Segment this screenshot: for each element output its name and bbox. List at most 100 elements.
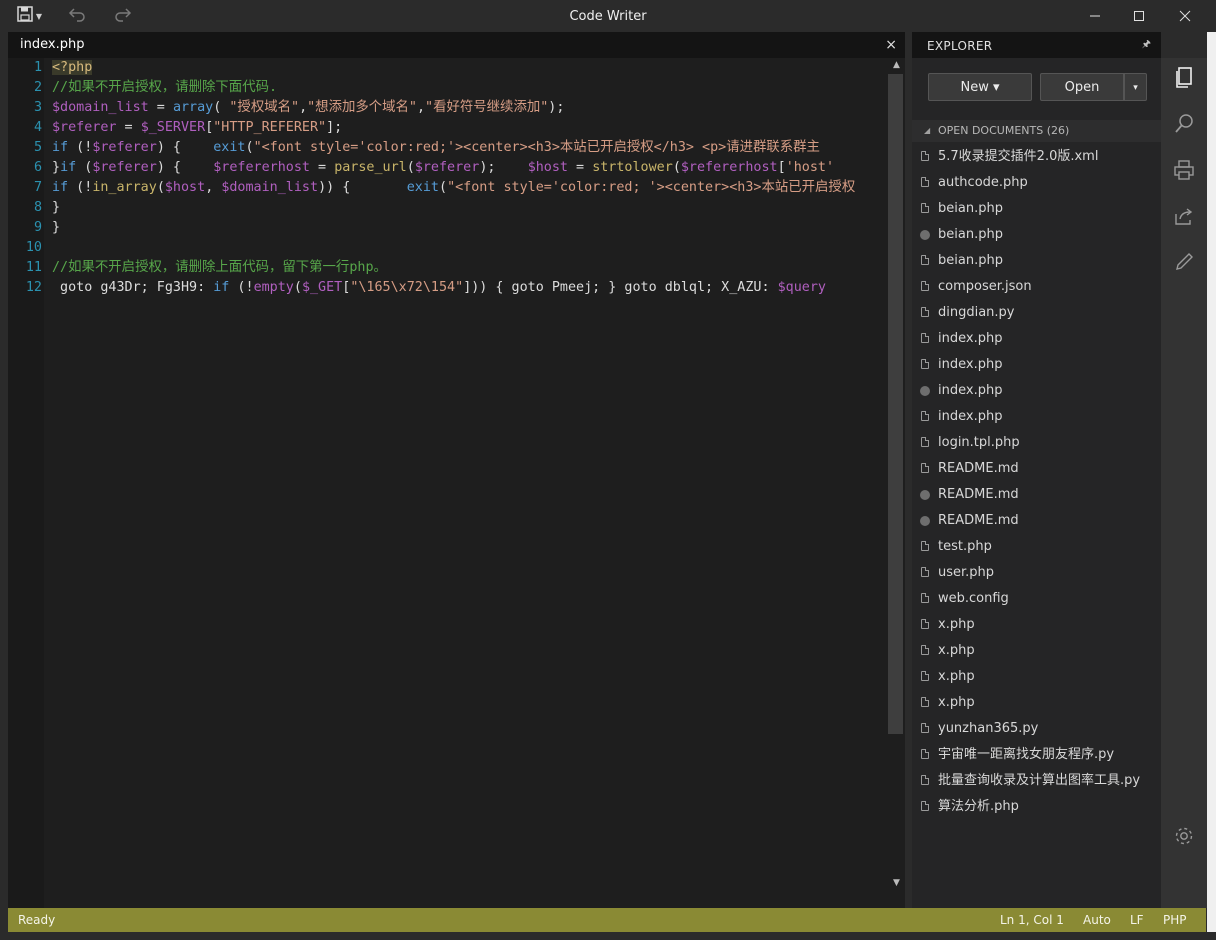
code-line[interactable]: $referer = $_SERVER["HTTP_REFERER"]; [52, 118, 342, 138]
file-icon [921, 775, 929, 785]
close-window-button[interactable] [1168, 0, 1202, 32]
code-token: } [52, 220, 61, 235]
code-token: if [60, 160, 77, 175]
print-activity-button[interactable] [1161, 152, 1207, 192]
file-name: README.md [938, 487, 1019, 502]
status-language[interactable]: PHP [1163, 908, 1187, 932]
status-encoding[interactable]: Auto [1083, 908, 1111, 932]
minimize-button[interactable] [1078, 0, 1112, 32]
line-number: 5 [33, 140, 42, 155]
code-line[interactable]: } [52, 218, 60, 238]
open-document-item[interactable]: x.php [912, 664, 1161, 690]
explorer-header: EXPLORER 🖈 [912, 32, 1161, 58]
code-line[interactable]: goto g43Dr; Fg3H9: if (!empty($_GET["\16… [52, 278, 826, 298]
tab-index-php[interactable]: index.php [20, 32, 84, 58]
open-document-item[interactable]: index.php [912, 326, 1161, 352]
open-documents-label: OPEN DOCUMENTS (26) [938, 124, 1070, 137]
open-document-item[interactable]: index.php [912, 378, 1161, 404]
file-icon [921, 255, 929, 265]
open-document-item[interactable]: user.php [912, 560, 1161, 586]
status-bar: Ready Ln 1, Col 1 Auto LF PHP [8, 908, 1206, 932]
code-token: "授权域名" [229, 100, 300, 115]
open-document-item[interactable]: x.php [912, 612, 1161, 638]
code-line[interactable]: if (!in_array($host, $domain_list)) { ex… [52, 178, 855, 198]
search-icon [1173, 113, 1195, 139]
file-name: x.php [938, 617, 975, 632]
code-token: goto g43Dr; Fg3H9: [52, 280, 214, 295]
code-line[interactable]: $domain_list = array( "授权域名","想添加多个域名","… [52, 98, 564, 118]
file-name: yunzhan365.py [938, 721, 1039, 736]
code-editor[interactable]: index.php × 1 2 3 4 5 6 7 8 9 10 11 12 <?php//如果不开启… [8, 32, 905, 908]
open-document-item[interactable]: 批量查询收录及计算出图率工具.py [912, 768, 1161, 794]
open-document-item[interactable]: login.tpl.php [912, 430, 1161, 456]
open-documents-header[interactable]: ◢ OPEN DOCUMENTS (26) [912, 120, 1161, 142]
search-activity-button[interactable] [1161, 106, 1207, 146]
code-line[interactable]: if (!$referer) { exit("<font style='colo… [52, 138, 820, 158]
open-document-item[interactable]: 宇宙唯一距离找女朋友程序.py [912, 742, 1161, 768]
open-document-item[interactable]: beian.php [912, 222, 1161, 248]
open-document-item[interactable]: 5.7收录提交插件2.0版.xml [912, 144, 1161, 170]
code-line[interactable]: //如果不开启授权，请删除下面代码. [52, 78, 277, 98]
open-document-item[interactable]: test.php [912, 534, 1161, 560]
code-line[interactable]: //如果不开启授权，请删除上面代码，留下第一行php。 [52, 258, 387, 278]
code-token: ( [213, 100, 230, 115]
code-token: ( [245, 140, 254, 155]
code-token: //如果不开启授权，请删除下面代码. [52, 80, 278, 95]
code-line[interactable]: }if ($referer) { $refererhost = parse_ur… [52, 158, 834, 178]
open-dropdown-button[interactable]: ▾ [1124, 73, 1147, 101]
scroll-up-icon[interactable]: ▲ [888, 58, 905, 72]
open-document-item[interactable]: index.php [912, 352, 1161, 378]
open-document-item[interactable]: web.config [912, 586, 1161, 612]
code-token: in_array [92, 180, 157, 195]
open-document-item[interactable]: 算法分析.php [912, 794, 1161, 820]
code-token: array [172, 100, 214, 115]
open-document-item[interactable]: beian.php [912, 196, 1161, 222]
scrollbar-thumb[interactable] [888, 74, 903, 734]
code-token: 'host' [785, 160, 835, 175]
file-icon [921, 541, 929, 551]
file-name: x.php [938, 695, 975, 710]
open-document-item[interactable]: yunzhan365.py [912, 716, 1161, 742]
open-document-item[interactable]: dingdian.py [912, 300, 1161, 326]
explorer-panel: EXPLORER 🖈 New ▾ Open ▾ ◢ OPEN DOCUMENTS… [912, 32, 1161, 908]
open-document-item[interactable]: x.php [912, 638, 1161, 664]
file-name: beian.php [938, 201, 1003, 216]
vertical-scrollbar[interactable]: ▲ ▼ [888, 58, 905, 908]
open-document-item[interactable]: composer.json [912, 274, 1161, 300]
file-name: beian.php [938, 227, 1003, 242]
file-icon [921, 307, 929, 317]
file-icon [921, 671, 929, 681]
code-token: ( [293, 280, 302, 295]
settings-button[interactable] [1161, 818, 1207, 858]
share-activity-button[interactable] [1161, 198, 1207, 238]
maximize-button[interactable] [1122, 0, 1156, 32]
modified-dot-icon [920, 230, 930, 240]
code-token: , [416, 100, 426, 115]
share-icon [1173, 205, 1195, 231]
edit-activity-button[interactable] [1161, 244, 1207, 284]
tab-close-icon[interactable]: × [885, 32, 897, 58]
code-token: strtolower [592, 160, 673, 175]
open-document-item[interactable]: authcode.php [912, 170, 1161, 196]
file-icon [921, 411, 929, 421]
code-line[interactable]: } [52, 198, 60, 218]
scroll-down-icon[interactable]: ▼ [888, 876, 905, 890]
open-document-item[interactable]: README.md [912, 456, 1161, 482]
status-cursor-position[interactable]: Ln 1, Col 1 [1000, 908, 1064, 932]
pin-icon[interactable]: 🖈 [1142, 32, 1151, 58]
file-icon [921, 333, 929, 343]
window-title: Code Writer [569, 9, 647, 24]
open-document-item[interactable]: README.md [912, 482, 1161, 508]
status-line-ending[interactable]: LF [1130, 908, 1144, 932]
open-document-item[interactable]: index.php [912, 404, 1161, 430]
code-area[interactable]: <?php //如果不开启授权，请删除下面代码. $domain_list = ar… [52, 58, 888, 908]
open-document-item[interactable]: beian.php [912, 248, 1161, 274]
explorer-activity-button[interactable] [1161, 60, 1207, 100]
open-document-item[interactable]: x.php [912, 690, 1161, 716]
code-line[interactable]: <?php [52, 58, 93, 78]
new-button[interactable]: New ▾ [928, 73, 1032, 101]
open-document-item[interactable]: README.md [912, 508, 1161, 534]
open-button[interactable]: Open [1040, 73, 1124, 101]
code-token: $refererhost [213, 160, 310, 175]
code-token: "看好符号继续添加" [425, 100, 549, 115]
